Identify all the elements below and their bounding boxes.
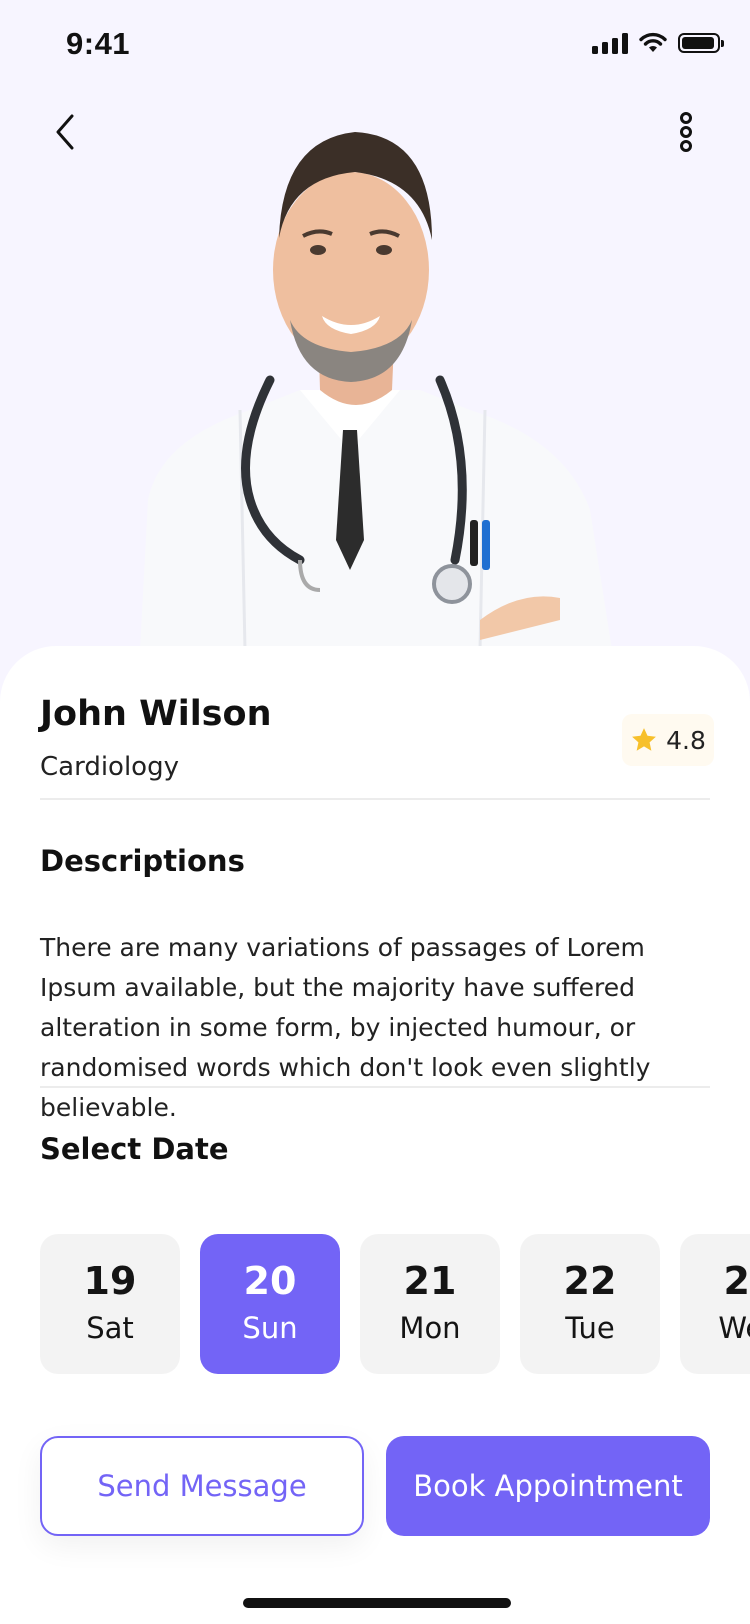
- date-number: 19: [83, 1259, 137, 1303]
- status-time: 9:41: [66, 26, 131, 61]
- wifi-icon: [639, 32, 667, 52]
- status-bar: 9:41: [0, 0, 750, 90]
- date-weekday: Mon: [399, 1311, 461, 1345]
- star-icon: [632, 728, 657, 751]
- date-weekday: Sun: [242, 1311, 298, 1345]
- date-number: 20: [243, 1259, 297, 1303]
- status-icons: [592, 32, 724, 54]
- date-number: 22: [563, 1259, 617, 1303]
- battery-icon: [678, 33, 724, 53]
- rating-badge: 4.8: [622, 714, 714, 766]
- select-date-title: Select Date: [40, 1132, 229, 1166]
- rating-value: 4.8: [666, 725, 706, 755]
- date-number: 23: [723, 1259, 750, 1303]
- date-weekday: Wed: [718, 1311, 750, 1345]
- description-text: There are many variations of passages of…: [40, 933, 651, 1122]
- date-number: 21: [403, 1259, 457, 1303]
- doctor-details-sheet: John Wilson Cardiology 4.8 Descriptions …: [0, 646, 750, 1624]
- date-option-19[interactable]: 19 Sat: [40, 1234, 180, 1374]
- doctor-specialty: Cardiology: [40, 752, 179, 782]
- date-option-21[interactable]: 21 Mon: [360, 1234, 500, 1374]
- send-message-button[interactable]: Send Message: [40, 1436, 364, 1536]
- date-weekday: Sat: [86, 1311, 134, 1345]
- divider: [40, 1086, 710, 1088]
- date-picker: 19 Sat 20 Sun 21 Mon 22 Tue 23 Wed: [40, 1234, 750, 1374]
- home-indicator: [243, 1598, 511, 1608]
- doctor-photo: [0, 120, 750, 650]
- doctor-name: John Wilson: [40, 694, 272, 734]
- date-weekday: Tue: [565, 1311, 615, 1345]
- date-option-23[interactable]: 23 Wed: [680, 1234, 750, 1374]
- date-option-22[interactable]: 22 Tue: [520, 1234, 660, 1374]
- cellular-signal-icon: [592, 32, 628, 54]
- divider: [40, 798, 710, 800]
- book-appointment-button[interactable]: Book Appointment: [386, 1436, 710, 1536]
- date-option-20-selected[interactable]: 20 Sun: [200, 1234, 340, 1374]
- descriptions-title: Descriptions: [40, 844, 245, 878]
